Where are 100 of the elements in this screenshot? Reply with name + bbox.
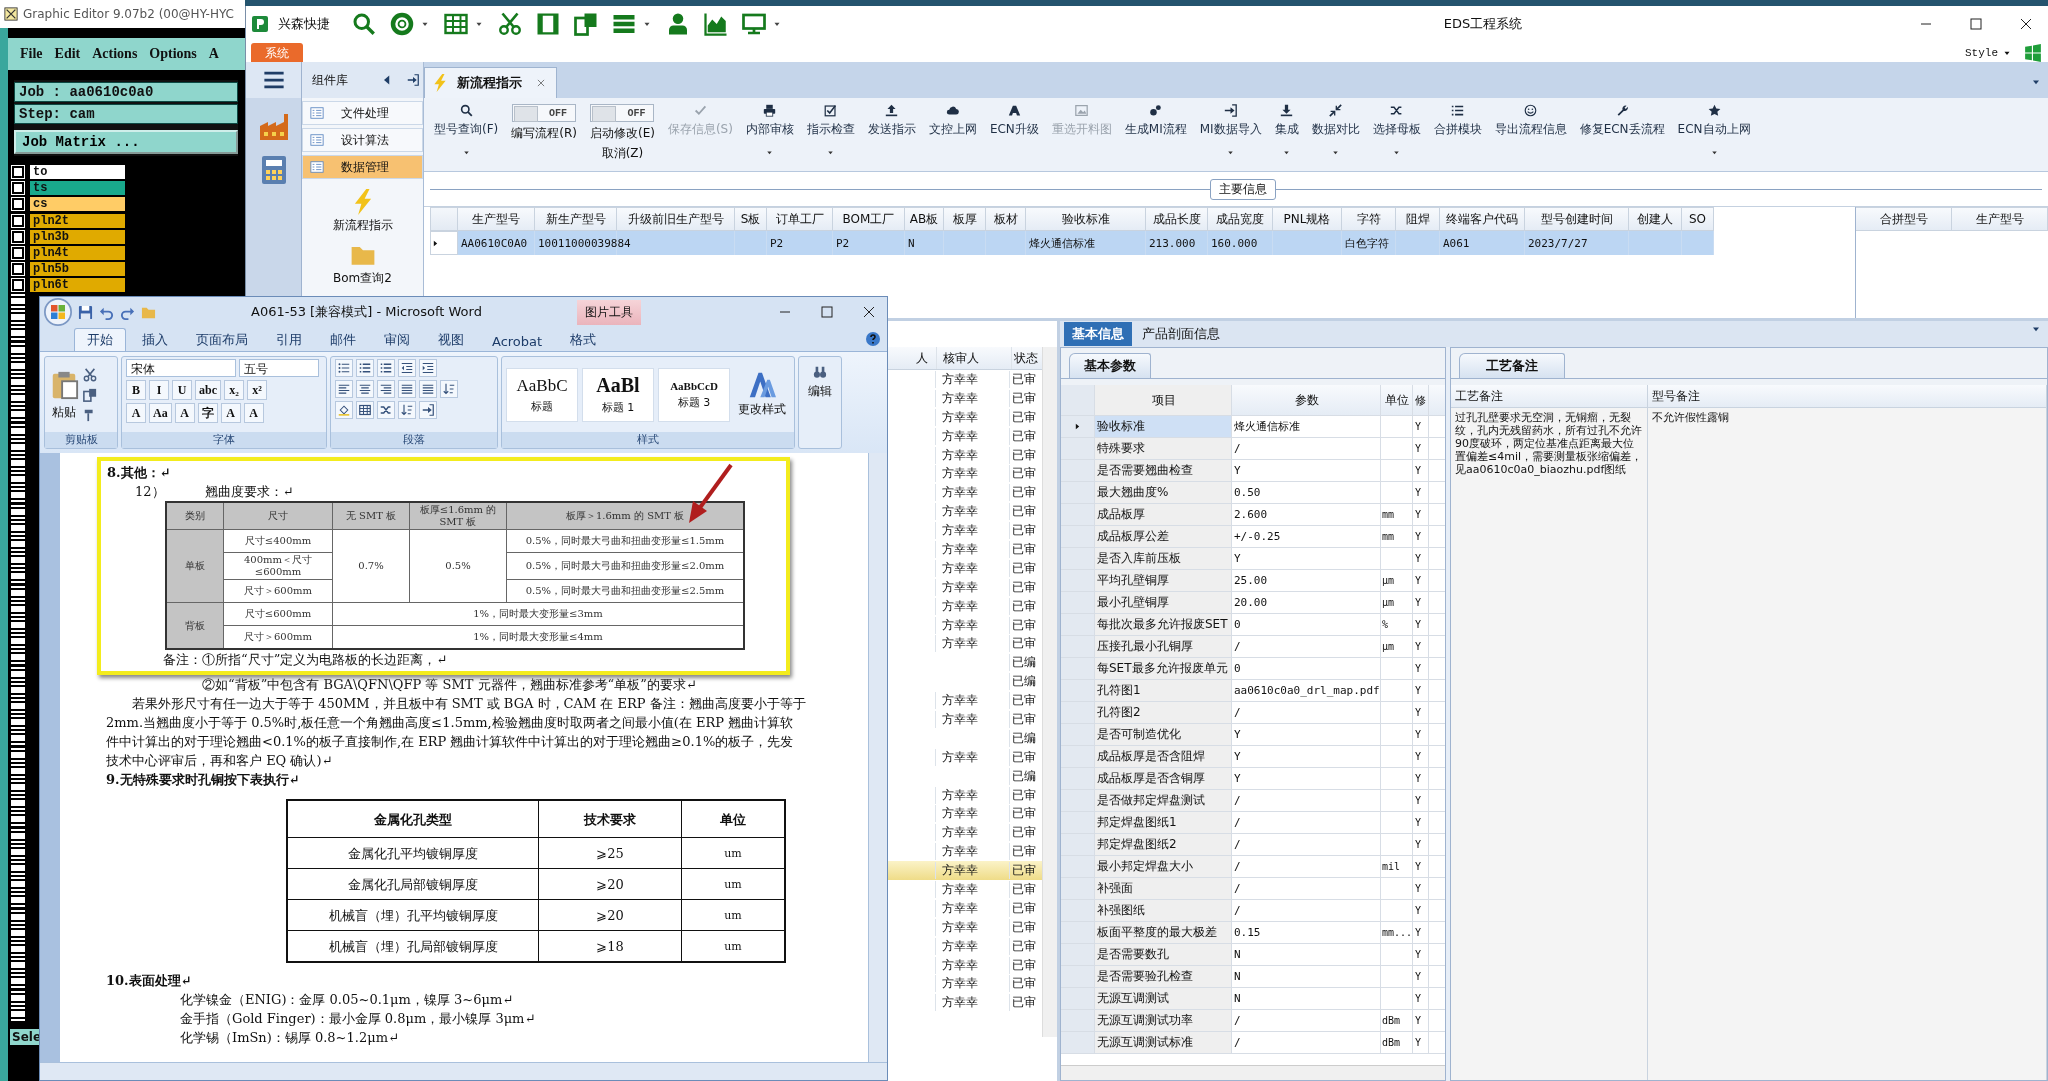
ribbon-button[interactable]: 指示检查 — [806, 104, 855, 171]
layer-name[interactable]: pln5b — [30, 262, 125, 277]
column-header[interactable]: PNL规格 — [1273, 207, 1342, 231]
column-header[interactable]: 成品长度 — [1146, 207, 1208, 231]
style-menu[interactable]: Style — [1965, 47, 1998, 59]
table-row[interactable]: 特殊要求 / Y — [1061, 438, 1445, 460]
table-row[interactable]: 孔符图1 aa0610c0a0_drl_map.pdf Y — [1061, 680, 1445, 702]
column-header[interactable]: 创建人 — [1629, 207, 1682, 231]
table-row[interactable]: 是否入库前压板 Y Y — [1061, 548, 1445, 570]
toggle-switch[interactable]: OFF — [590, 104, 655, 122]
table-row[interactable]: 平均孔壁铜厚 25.00 μm Y — [1061, 570, 1445, 592]
ribbon-button[interactable]: 集成 — [1274, 104, 1299, 171]
table-row[interactable]: 最小孔壁铜厚 20.00 μm Y — [1061, 592, 1445, 614]
category-item[interactable]: 数据管理 — [302, 155, 423, 179]
style-gallery-item[interactable]: AaBl 标题 1 — [582, 367, 654, 422]
help-icon[interactable] — [865, 331, 881, 347]
job-matrix-button[interactable]: Job Matrix ... — [14, 130, 238, 154]
sort-icon[interactable] — [440, 380, 458, 398]
table-row[interactable]: 补强面 / Y — [1061, 878, 1445, 900]
column-header[interactable]: 终端客户代码 — [1440, 207, 1525, 231]
align-left-icon[interactable] — [335, 380, 353, 398]
ribbon-tab[interactable]: 邮件 — [318, 329, 368, 351]
paste-button[interactable]: 粘贴 — [49, 368, 79, 421]
table-row[interactable]: 无源互调测试标准 / dBm Y — [1061, 1032, 1445, 1054]
tab[interactable]: 基本参数 — [1069, 353, 1151, 378]
format-button[interactable]: x₂ — [224, 380, 244, 400]
style-gallery-item[interactable]: AaBbCcD 标题 3 — [658, 367, 730, 422]
table-row[interactable]: AA0610C0A0 10011000039884 P2 P2 N 烽火通信标准 213.000 160.000 白色字符 A061 2023/7/27 — [430, 231, 1714, 255]
format-button[interactable]: abc — [195, 380, 221, 400]
toggle-switch[interactable]: OFF — [512, 104, 577, 122]
rows-icon[interactable] — [612, 12, 636, 36]
table-row[interactable]: 最小邦定焊盘大小 / mil Y — [1061, 856, 1445, 878]
format-button[interactable]: I — [149, 380, 169, 400]
column-header[interactable]: 生产型号 — [1952, 207, 2048, 231]
ribbon-button[interactable]: ECN升级 — [989, 104, 1039, 171]
scrollbar[interactable] — [1061, 1065, 1445, 1080]
ribbon-tab[interactable]: 页面布局 — [184, 329, 260, 351]
shuffle-icon[interactable] — [377, 401, 395, 419]
table-row[interactable]: 验收标准 烽火通信标准 Y — [1061, 416, 1445, 438]
checkbox-icon[interactable] — [12, 214, 24, 227]
sort-icon[interactable] — [398, 401, 416, 419]
layer-name[interactable]: to — [30, 165, 125, 180]
outdent-icon[interactable] — [398, 359, 416, 377]
column-header[interactable]: AB板 — [905, 207, 944, 231]
ribbon-tab[interactable]: 视图 — [426, 329, 476, 351]
ribbon-button[interactable]: 生成MI流程 — [1124, 104, 1187, 171]
ribbon-tab[interactable]: 开始 — [74, 328, 126, 351]
format-button[interactable]: A — [174, 403, 195, 423]
column-header[interactable]: 合拼型号 — [1856, 207, 1952, 231]
document-tab[interactable]: 新流程指示 — [424, 67, 557, 98]
list-icon[interactable] — [377, 359, 395, 377]
font-select[interactable]: 宋体 — [126, 359, 236, 377]
align-center-icon[interactable] — [356, 380, 374, 398]
monitor-icon[interactable] — [742, 12, 766, 36]
ribbon-button[interactable]: 数据对比 — [1311, 104, 1360, 171]
menu-item[interactable]: Options — [149, 46, 197, 62]
tab[interactable]: 基本信息 — [1064, 322, 1132, 346]
table-row[interactable]: 板面平整度的最大极差 0.15 mm... Y — [1061, 922, 1445, 944]
align-right-icon[interactable] — [377, 380, 395, 398]
column-header[interactable]: S板 — [735, 207, 767, 231]
table-row[interactable]: 是否需要数孔 N Y — [1061, 944, 1445, 966]
component-item[interactable]: Bom查询2 — [333, 270, 392, 287]
table-row[interactable]: 补强图纸 / Y — [1061, 900, 1445, 922]
close-icon[interactable] — [861, 304, 877, 320]
scrollbar[interactable] — [868, 453, 887, 1062]
column-header[interactable]: 新生产型号 — [535, 207, 617, 231]
category-item[interactable]: 文件处理 — [302, 101, 423, 125]
tab[interactable]: 产品剖面信息 — [1134, 322, 1228, 346]
lifebuoy-icon[interactable] — [390, 12, 414, 36]
table-row[interactable]: 最大翘曲度% 0.50 Y — [1061, 482, 1445, 504]
column-header[interactable]: 订单工厂 — [767, 207, 833, 231]
ribbon-button[interactable]: 型号查询(F) — [434, 104, 499, 171]
table-row[interactable]: 成品板厚是否含阻焊 Y Y — [1061, 746, 1445, 768]
format-button[interactable]: x² — [247, 380, 267, 400]
table-row[interactable]: 邦定焊盘图纸2 / Y — [1061, 834, 1445, 856]
column-header[interactable]: 工艺备注 — [1451, 385, 1647, 408]
layer-name[interactable]: cs — [30, 197, 125, 212]
column-header[interactable]: 参数 — [1232, 385, 1381, 415]
table-row[interactable]: 无源互调测试功率 / dBm Y — [1061, 1010, 1445, 1032]
layer-name[interactable]: pln2t — [30, 213, 125, 228]
style-gallery-item[interactable]: AaBbC 标题 — [506, 367, 578, 422]
tab-label[interactable]: 新流程指示 — [457, 74, 522, 92]
table-row[interactable]: 每批次最多允许报废SET 0 % Y — [1061, 614, 1445, 636]
ribbon-tab[interactable]: 引用 — [264, 329, 314, 351]
column-header[interactable]: 修 — [1413, 385, 1429, 415]
bucket-icon[interactable] — [335, 401, 353, 419]
format-button[interactable]: A — [126, 403, 146, 423]
scissors-icon[interactable] — [498, 12, 522, 36]
table-row[interactable]: 每SET最多允许报废单元 0 Y — [1061, 658, 1445, 680]
size-select[interactable]: 五号 — [239, 359, 319, 377]
checkbox-icon[interactable] — [12, 263, 24, 276]
ribbon-button[interactable]: 发送指示 — [867, 104, 916, 171]
checkbox-icon[interactable] — [12, 166, 24, 179]
table-row[interactable]: 成品板厚公差 +/-0.25 mm Y — [1061, 526, 1445, 548]
component-item[interactable]: 新流程指示 — [332, 217, 393, 234]
column-header[interactable]: 成品宽度 — [1208, 207, 1273, 231]
ribbon-button[interactable]: MI数据导入 — [1199, 104, 1262, 171]
ribbon-button[interactable]: 内部审核 — [745, 104, 794, 171]
copy-icon[interactable] — [574, 12, 598, 36]
checkbox-icon[interactable] — [12, 247, 24, 260]
